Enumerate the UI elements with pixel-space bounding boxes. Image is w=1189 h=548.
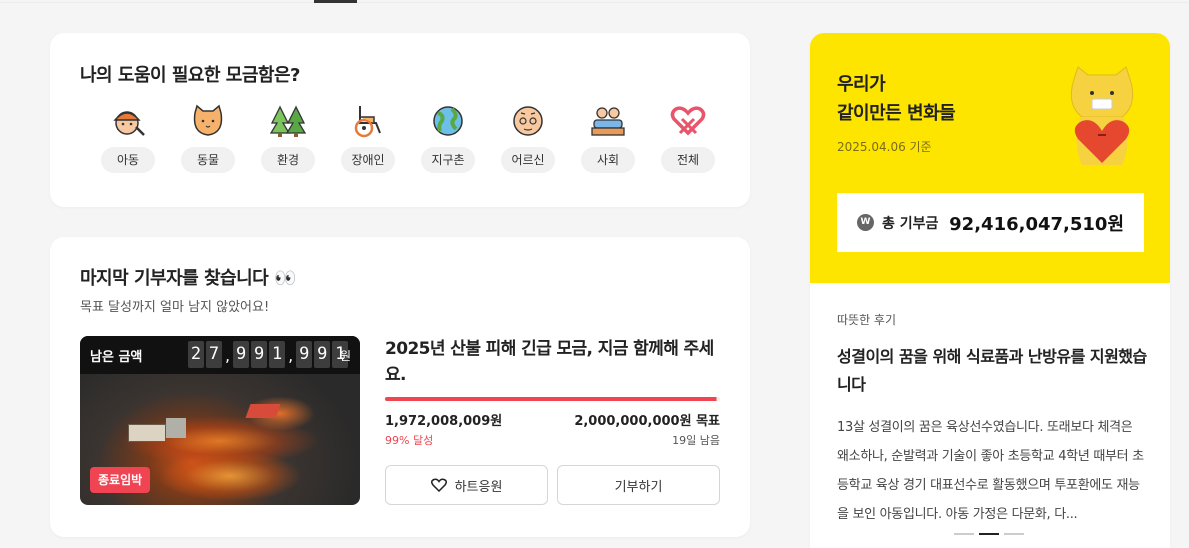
roof-shape — [245, 404, 281, 418]
heart-icon — [430, 478, 447, 492]
fire-glow — [160, 451, 300, 501]
carousel-dot[interactable] — [1004, 533, 1024, 535]
days-left: 19일 남음 — [672, 434, 720, 447]
digit: 9 — [296, 341, 313, 368]
house-shape — [128, 424, 166, 442]
category-all[interactable]: 전체 — [655, 103, 721, 173]
amount-row: 1,972,008,009원 2,000,000,000원 목표 — [385, 410, 720, 430]
mascot-illustration — [1062, 65, 1142, 175]
category-animal[interactable]: 동물 — [175, 103, 241, 173]
digit-separator: , — [288, 346, 294, 365]
heart-cheer-button[interactable]: 하트응원 — [385, 465, 548, 505]
donate-button[interactable]: 기부하기 — [557, 465, 720, 505]
category-label: 동물 — [181, 147, 235, 173]
summary-card: 우리가 같이만든 변화들 2025.04.06 기준 W 총 기부금 92,41… — [810, 33, 1170, 548]
progress-bar — [385, 397, 720, 401]
trees-icon — [268, 103, 308, 139]
digit: 1 — [269, 341, 286, 368]
percent-achieved: 99% 달성 — [385, 434, 434, 447]
raised-amount: 1,972,008,009원 — [385, 414, 503, 429]
remaining-digits: 2 7 , 9 9 1 , 9 9 1 — [188, 341, 349, 371]
digit: 9 — [233, 341, 250, 368]
wheelchair-icon — [348, 103, 388, 139]
category-card-title: 나의 도움이 필요한 모금함은? — [80, 65, 300, 86]
summary-heading-line2: 같이만든 변화들 — [837, 103, 956, 124]
campaign-actions: 하트응원 기부하기 — [385, 465, 720, 505]
elder-icon — [508, 103, 548, 139]
category-list: 아동 동물 환경 장애인 지구촌 어르신 사회 전체 — [95, 103, 735, 183]
summary-heading-line1: 우리가 — [837, 74, 886, 95]
category-label: 아동 — [101, 147, 155, 173]
review-title[interactable]: 성결이의 꿈을 위해 식료품과 난방유를 지원했습니다 — [837, 343, 1147, 399]
house-shape — [166, 418, 186, 438]
child-icon — [108, 103, 148, 139]
category-child[interactable]: 아동 — [95, 103, 161, 173]
remaining-label: 남은 금액 — [90, 350, 143, 365]
campaign-title[interactable]: 2025년 산불 피해 긴급 모금, 지금 함께해 주세요. — [385, 336, 720, 388]
remaining-unit: 원 — [339, 349, 351, 363]
won-icon: W — [857, 214, 874, 231]
carousel-dot[interactable] — [954, 533, 974, 535]
total-donation-value: 92,416,047,510원 — [949, 214, 1124, 235]
cat-icon — [188, 103, 228, 139]
total-donation-box: W 총 기부금 92,416,047,510원 — [837, 193, 1144, 252]
last-donor-subtitle: 목표 달성까지 얼마 남지 않았어요! — [80, 300, 270, 315]
remaining-amount-bar: 남은 금액 2 7 , 9 9 1 , 9 9 1 원 — [80, 336, 360, 374]
category-environment[interactable]: 환경 — [255, 103, 321, 173]
last-donor-card: 마지막 기부자를 찾습니다 👀 목표 달성까지 얼마 남지 않았어요! 남은 금… — [50, 237, 750, 537]
summary-heading: 우리가 같이만든 변화들 — [837, 70, 956, 128]
digit: 9 — [314, 341, 331, 368]
digit: 7 — [206, 341, 222, 368]
donate-label: 기부하기 — [614, 479, 663, 495]
category-label: 어르신 — [501, 147, 555, 173]
closing-soon-badge: 종료임박 — [90, 467, 151, 493]
review-section[interactable]: 따뜻한 후기 성결이의 꿈을 위해 식료품과 난방유를 지원했습니다 13살 성… — [837, 311, 1147, 529]
total-donation-label: 총 기부금 — [882, 216, 939, 232]
category-label: 전체 — [661, 147, 715, 173]
category-disabled[interactable]: 장애인 — [335, 103, 401, 173]
heart-cheer-label: 하트응원 — [454, 479, 503, 495]
category-global[interactable]: 지구촌 — [415, 103, 481, 173]
digit: 9 — [251, 341, 268, 368]
globe-icon — [428, 103, 468, 139]
active-tab-indicator — [314, 0, 357, 3]
review-tag: 따뜻한 후기 — [837, 313, 897, 327]
carousel-dot-active[interactable] — [979, 533, 999, 535]
category-society[interactable]: 사회 — [575, 103, 641, 173]
category-label: 사회 — [581, 147, 635, 173]
category-label: 장애인 — [341, 147, 395, 173]
category-elderly[interactable]: 어르신 — [495, 103, 561, 173]
campaign-image[interactable]: 남은 금액 2 7 , 9 9 1 , 9 9 1 원 종료임박 — [80, 336, 360, 505]
summary-date: 2025.04.06 기준 — [837, 140, 932, 154]
status-row: 99% 달성 19일 남음 — [385, 432, 720, 450]
campaign-info: 2025년 산불 피해 긴급 모금, 지금 함께해 주세요. 1,972,008… — [385, 336, 720, 450]
category-card: 나의 도움이 필요한 모금함은? 아동 동물 환경 장애인 지구촌 어르신 사회… — [50, 33, 750, 207]
category-label: 환경 — [261, 147, 315, 173]
category-label: 지구촌 — [421, 147, 475, 173]
top-tab-bar — [0, 0, 1189, 3]
digit-separator: , — [225, 346, 231, 365]
goal-amount: 2,000,000,000원 목표 — [574, 414, 720, 429]
last-donor-title: 마지막 기부자를 찾습니다 👀 — [80, 268, 296, 289]
review-body: 13살 성결이의 꿈은 육상선수였습니다. 또래보다 체격은 왜소하나, 순발력… — [837, 420, 1144, 522]
heart-ribbon-icon — [668, 103, 708, 139]
carousel-dots — [954, 533, 1024, 535]
summary-header: 우리가 같이만든 변화들 2025.04.06 기준 W 총 기부금 92,41… — [810, 33, 1170, 283]
people-icon — [588, 103, 628, 139]
digit: 2 — [188, 341, 204, 368]
